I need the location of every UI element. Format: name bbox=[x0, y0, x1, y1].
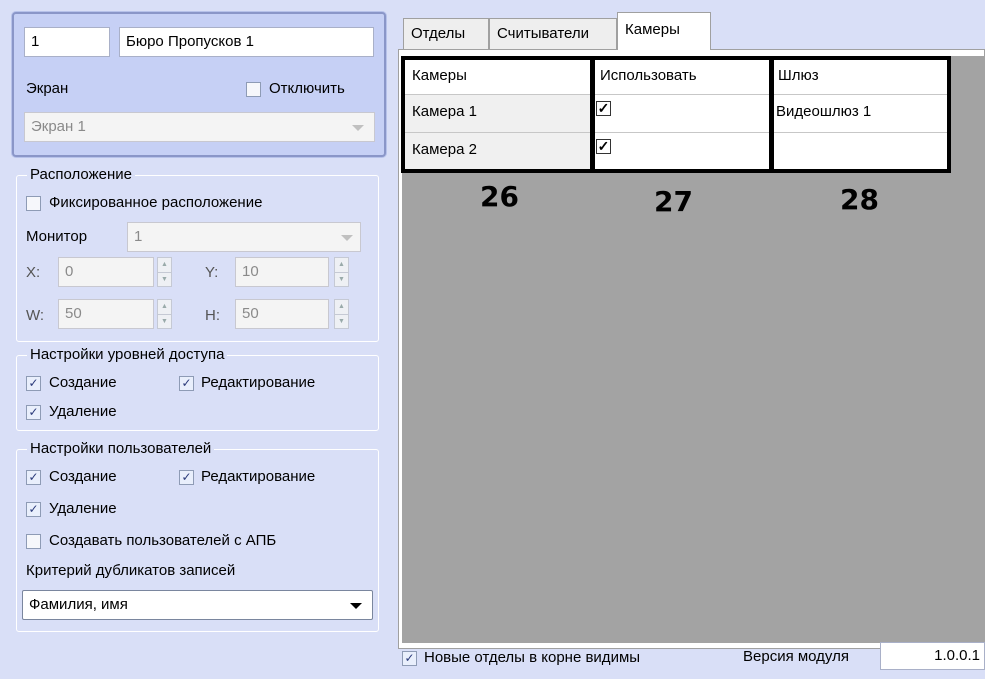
new-depts-visible-label: Новые отделы в корне видимы bbox=[424, 649, 641, 666]
x-label: X: bbox=[26, 264, 41, 281]
x-spinner[interactable]: ▲ ▼ bbox=[157, 257, 172, 287]
module-version-field: 1.0.0.1 bbox=[880, 642, 985, 670]
users-edit-checkbox[interactable]: ✓ bbox=[179, 470, 194, 485]
name-field[interactable]: Бюро Пропусков 1 bbox=[119, 27, 374, 57]
fixed-location-label: Фиксированное расположение bbox=[49, 194, 263, 211]
chevron-down-icon bbox=[341, 235, 353, 241]
users-apb-label: Создавать пользователей с АПБ bbox=[49, 532, 277, 549]
w-label: W: bbox=[26, 307, 45, 324]
users-apb-checkbox[interactable] bbox=[26, 534, 41, 549]
tab-departments[interactable]: Отделы bbox=[403, 18, 489, 49]
fixed-location-checkbox[interactable] bbox=[26, 196, 41, 211]
w-field[interactable]: 50 bbox=[58, 299, 154, 329]
callout-box-use bbox=[590, 56, 774, 173]
chevron-down-icon bbox=[350, 603, 362, 609]
h-spinner[interactable]: ▲ ▼ bbox=[334, 299, 349, 329]
screen-select[interactable]: Экран 1 bbox=[24, 112, 375, 142]
duplicate-criterion-select[interactable]: Фамилия, имя bbox=[22, 590, 373, 620]
callout-number-26: 26 bbox=[480, 180, 519, 213]
id-field[interactable]: 1 bbox=[24, 27, 110, 57]
tab-readers[interactable]: Считыватели bbox=[489, 18, 617, 49]
duplicate-criterion-label: Критерий дубликатов записей bbox=[26, 562, 236, 579]
users-create-checkbox[interactable]: ✓ bbox=[26, 470, 41, 485]
users-delete-checkbox[interactable]: ✓ bbox=[26, 502, 41, 517]
access-edit-label: Редактирование bbox=[201, 374, 316, 391]
h-field[interactable]: 50 bbox=[235, 299, 329, 329]
y-spinner[interactable]: ▲ ▼ bbox=[334, 257, 349, 287]
users-create-label: Создание bbox=[49, 468, 117, 485]
y-label: Y: bbox=[205, 264, 219, 281]
monitor-label: Монитор bbox=[26, 228, 88, 245]
new-depts-visible-checkbox[interactable]: ✓ bbox=[402, 651, 417, 666]
access-delete-checkbox[interactable]: ✓ bbox=[26, 405, 41, 420]
callout-box-cameras bbox=[401, 56, 595, 173]
access-delete-label: Удаление bbox=[49, 403, 117, 420]
access-levels-title: Настройки уровней доступа bbox=[27, 346, 228, 363]
access-create-label: Создание bbox=[49, 374, 117, 391]
screen-label: Экран bbox=[26, 80, 69, 97]
callout-box-gateway bbox=[769, 56, 951, 173]
location-group-title: Расположение bbox=[27, 166, 135, 183]
module-version-label: Версия модуля bbox=[743, 648, 849, 665]
disable-checkbox[interactable] bbox=[246, 82, 261, 97]
access-create-checkbox[interactable]: ✓ bbox=[26, 376, 41, 391]
users-settings-title: Настройки пользователей bbox=[27, 440, 215, 457]
disable-label: Отключить bbox=[269, 80, 345, 97]
users-edit-label: Редактирование bbox=[201, 468, 316, 485]
chevron-down-icon bbox=[352, 125, 364, 131]
y-field[interactable]: 10 bbox=[235, 257, 329, 287]
monitor-select[interactable]: 1 bbox=[127, 222, 361, 252]
h-label: H: bbox=[205, 307, 220, 324]
w-spinner[interactable]: ▲ ▼ bbox=[157, 299, 172, 329]
callout-number-27: 27 bbox=[654, 185, 693, 218]
users-delete-label: Удаление bbox=[49, 500, 117, 517]
callout-number-28: 28 bbox=[840, 183, 879, 216]
x-field[interactable]: 0 bbox=[58, 257, 154, 287]
access-edit-checkbox[interactable]: ✓ bbox=[179, 376, 194, 391]
tab-cameras[interactable]: Камеры bbox=[617, 12, 711, 50]
